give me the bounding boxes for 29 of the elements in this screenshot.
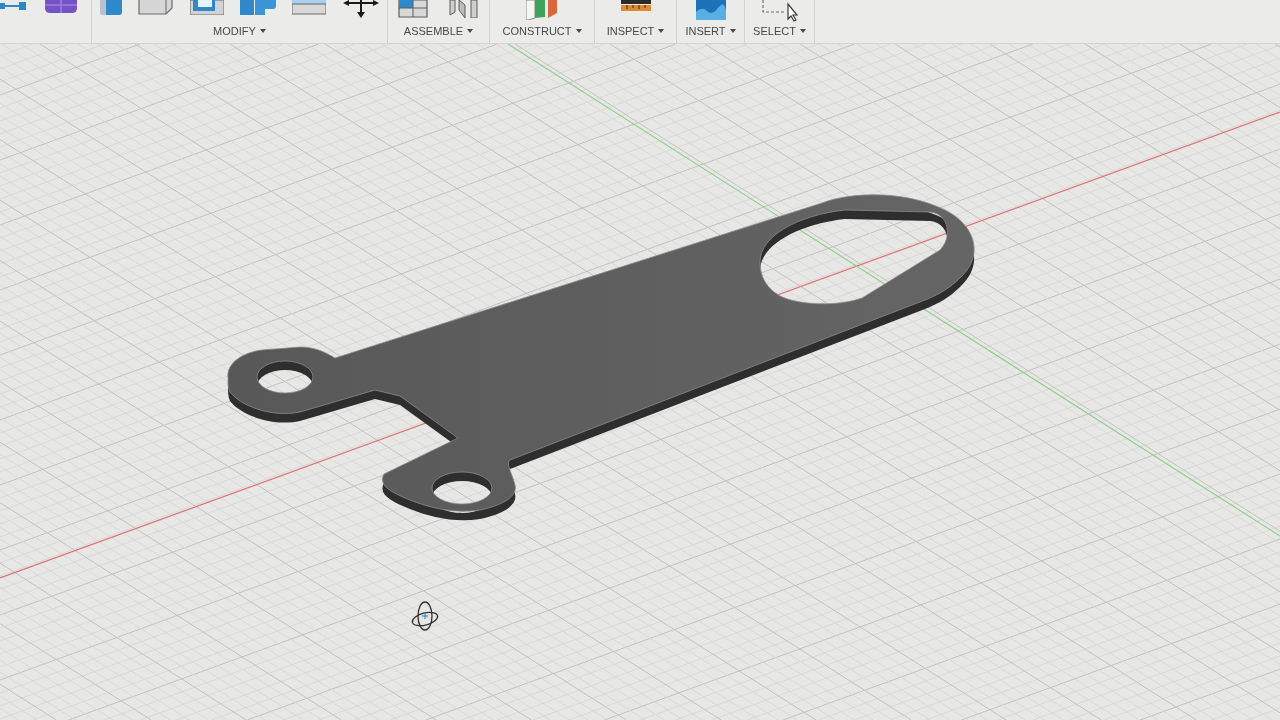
caret-down-icon — [259, 29, 266, 33]
orbit-cursor-icon — [410, 600, 440, 632]
move-arrows-icon[interactable] — [342, 0, 379, 18]
sketch-line-icon[interactable] — [0, 0, 26, 12]
toolbar-menu-button[interactable]: CONSTRUCT — [500, 24, 584, 38]
box-icon[interactable] — [138, 0, 174, 15]
plate-model[interactable] — [227, 194, 975, 521]
stepped-shapes-icon[interactable] — [240, 0, 277, 15]
toolbar-menu-button[interactable]: ASSEMBLE — [401, 24, 476, 38]
panels-icon[interactable] — [448, 0, 479, 18]
grid-cube-icon[interactable] — [398, 0, 429, 18]
viewport-grid-canvas[interactable] — [0, 44, 1280, 720]
caret-down-icon — [575, 29, 582, 33]
toolbar-menu-button[interactable]: INSPECT — [604, 24, 667, 38]
shell-box-icon[interactable] — [189, 0, 224, 15]
caret-down-icon — [799, 29, 806, 33]
cube-icon[interactable] — [45, 0, 77, 13]
image-icon[interactable] — [695, 0, 726, 20]
block-icon[interactable] — [100, 0, 123, 15]
toolbar-menu-button[interactable]: SELECT — [751, 24, 808, 38]
caret-down-icon — [658, 29, 665, 33]
toolbar-menu-button[interactable]: MODIFY — [211, 24, 268, 38]
plane-panels-icon[interactable] — [526, 0, 558, 20]
caret-down-icon — [467, 29, 474, 33]
layered-slab-icon[interactable] — [292, 0, 327, 15]
ruler-icon[interactable] — [620, 0, 651, 12]
toolbar-menu-button[interactable]: INSERT — [683, 24, 738, 38]
caret-down-icon — [729, 29, 736, 33]
selection-box-icon[interactable] — [761, 0, 798, 22]
